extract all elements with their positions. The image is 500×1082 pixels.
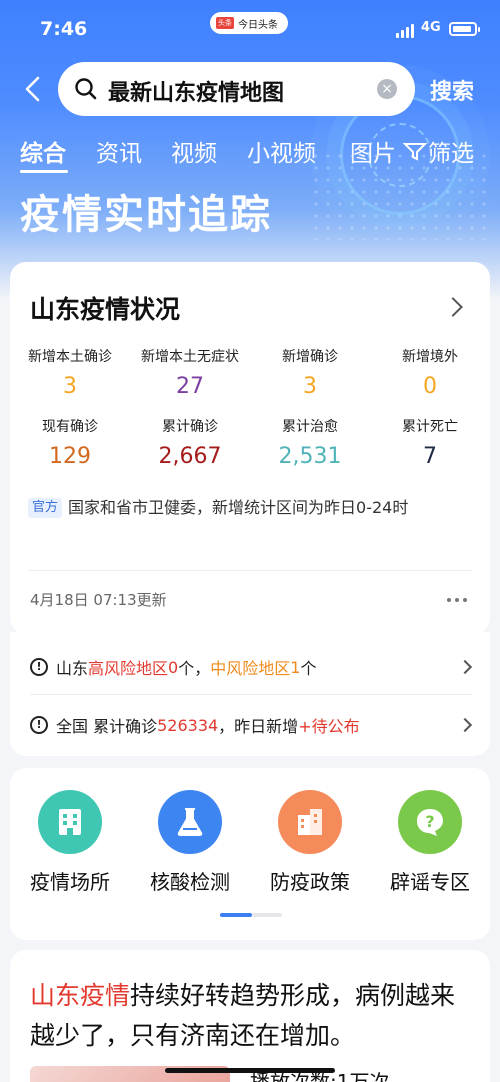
- search-button[interactable]: 搜索: [430, 74, 474, 106]
- page-indicator: [220, 913, 282, 917]
- divider: [28, 570, 472, 571]
- stat-new-local-confirmed: 新增本土确诊 3: [10, 346, 130, 399]
- news-title: 山东疫情持续好转趋势形成，病例越来越少了，只有济南还在增加。: [30, 976, 480, 1056]
- service-policy[interactable]: 防疫政策: [250, 790, 370, 895]
- signal-icon: [396, 24, 414, 38]
- stat-current-confirmed: 现有确诊 129: [10, 416, 130, 469]
- outbreak-overview-card[interactable]: 山东疫情状况 新增本土确诊 3 新增本土无症状 27 新增确诊 3 新增境外 0…: [10, 262, 490, 634]
- search-input[interactable]: 最新山东疫情地图 ×: [58, 62, 415, 116]
- tab-news[interactable]: 资讯: [96, 134, 142, 168]
- search-icon: [75, 78, 97, 100]
- region-name: 山东: [56, 659, 89, 678]
- stat-value: 2,531: [278, 444, 342, 469]
- tab-video[interactable]: 视频: [171, 134, 217, 168]
- battery-icon: [449, 22, 480, 36]
- service-name: 防疫政策: [270, 870, 350, 894]
- stat-value: 3: [63, 374, 77, 399]
- official-badge: 官方: [28, 498, 63, 518]
- stat-total-confirmed: 累计确诊 2,667: [130, 416, 250, 469]
- stat-label: 新增本土无症状: [141, 349, 239, 365]
- stat-value: 0: [423, 374, 437, 399]
- stat-label: 现有确诊: [42, 419, 98, 435]
- hero-title: 疫情实时追踪: [20, 192, 272, 238]
- stat-label: 新增本土确诊: [28, 349, 112, 365]
- office-icon: [278, 790, 342, 854]
- home-indicator[interactable]: [165, 1068, 335, 1073]
- category-tabs: 综合 资讯 视频 小视频 图片 筛选: [0, 134, 500, 174]
- stat-value: 7: [423, 444, 437, 469]
- stat-label: 累计治愈: [282, 419, 338, 435]
- mid-risk-count: 1: [290, 657, 301, 677]
- chevron-right-icon[interactable]: [443, 297, 463, 317]
- tab-short-video[interactable]: 小视频: [247, 134, 316, 168]
- question-icon: ?: [398, 790, 462, 854]
- source-text: 国家和省市卫健委，新增统计区间为昨日0-24时: [68, 498, 409, 517]
- divider: [30, 694, 472, 695]
- service-rumor-zone[interactable]: ? 辟谣专区: [370, 790, 490, 895]
- news-card[interactable]: 山东疫情持续好转趋势形成，病例越来越少了，只有济南还在增加。 播放次数:1万次: [10, 950, 490, 1082]
- active-tab-indicator: [20, 170, 68, 173]
- service-nucleic-test[interactable]: 核酸检测: [130, 790, 250, 895]
- services-card: 疫情场所 核酸检测 防疫政策 ? 辟谣专区: [10, 768, 490, 940]
- stat-label: 累计死亡: [402, 419, 458, 435]
- stat-total-cured: 累计治愈 2,531: [250, 416, 370, 469]
- national-total: 526334: [157, 715, 219, 735]
- building-icon: [38, 790, 102, 854]
- svg-text:?: ?: [425, 812, 434, 831]
- toutiao-logo: 头条: [216, 17, 234, 29]
- tab-images[interactable]: 图片: [350, 134, 396, 168]
- service-venues[interactable]: 疫情场所: [10, 790, 130, 895]
- filter-icon: [402, 143, 428, 161]
- service-name: 辟谣专区: [390, 870, 470, 894]
- news-highlight: 山东疫情: [30, 981, 131, 1010]
- stat-label: 累计确诊: [162, 419, 218, 435]
- unit-text: 个: [300, 659, 317, 678]
- stat-new-imported: 新增境外 0: [370, 346, 490, 399]
- app-name: 今日头条: [238, 19, 278, 31]
- service-name: 核酸检测: [150, 870, 230, 894]
- unit-text: 个，: [178, 659, 211, 678]
- mid-risk-label: 中风险地区: [210, 659, 291, 678]
- filter-label: 筛选: [428, 141, 474, 167]
- pending-text: +待公布: [298, 717, 360, 736]
- chevron-right-icon: [457, 717, 473, 733]
- filter-button[interactable]: 筛选: [402, 134, 474, 168]
- chevron-right-icon: [457, 659, 473, 675]
- stat-value: 27: [176, 374, 204, 399]
- data-source-note: 官方 国家和省市卫健委，新增统计区间为昨日0-24时: [28, 492, 474, 524]
- search-query: 最新山东疫情地图: [108, 81, 285, 106]
- network-type: 4G: [421, 20, 441, 35]
- flask-icon: [158, 790, 222, 854]
- stat-new-confirmed: 新增确诊 3: [250, 346, 370, 399]
- clear-icon[interactable]: ×: [377, 79, 397, 99]
- warning-icon: !: [30, 716, 48, 734]
- page-dot-active: [220, 913, 252, 917]
- back-arrow-icon[interactable]: [22, 76, 44, 102]
- high-risk-count: 0: [168, 657, 179, 677]
- risk-alerts-card: ! 山东 高风险地区 0 个， 中风险地区 1 个 ! 全国 累计确诊 5263…: [10, 632, 490, 756]
- more-options-icon[interactable]: [447, 598, 467, 602]
- status-time: 7:46: [40, 18, 88, 40]
- stat-label: 新增境外: [402, 349, 458, 365]
- stat-value: 3: [303, 374, 317, 399]
- service-name: 疫情场所: [30, 870, 110, 894]
- stat-value: 129: [49, 444, 91, 469]
- stat-total-deaths: 累计死亡 7: [370, 416, 490, 469]
- overview-title: 山东疫情状况: [30, 295, 181, 324]
- tab-comprehensive[interactable]: 综合: [20, 134, 66, 168]
- page-dot: [252, 913, 282, 917]
- update-timestamp: 4月18日 07:13更新: [30, 591, 167, 609]
- status-bar: 7:46 头条 今日头条 4G: [0, 0, 500, 58]
- app-indicator[interactable]: 头条 今日头条: [210, 12, 288, 34]
- stat-value: 2,667: [158, 444, 222, 469]
- stat-new-local-asymptomatic: 新增本土无症状 27: [130, 346, 250, 399]
- national-total-row[interactable]: ! 全国 累计确诊 526334 ，昨日新增 +待公布: [30, 696, 480, 754]
- national-middle: ，昨日新增: [218, 717, 299, 736]
- high-risk-label: 高风险地区: [88, 659, 169, 678]
- national-prefix: 全国 累计确诊: [56, 717, 158, 736]
- warning-icon: !: [30, 658, 48, 676]
- stat-label: 新增确诊: [282, 349, 338, 365]
- risk-area-row[interactable]: ! 山东 高风险地区 0 个， 中风险地区 1 个: [30, 638, 480, 696]
